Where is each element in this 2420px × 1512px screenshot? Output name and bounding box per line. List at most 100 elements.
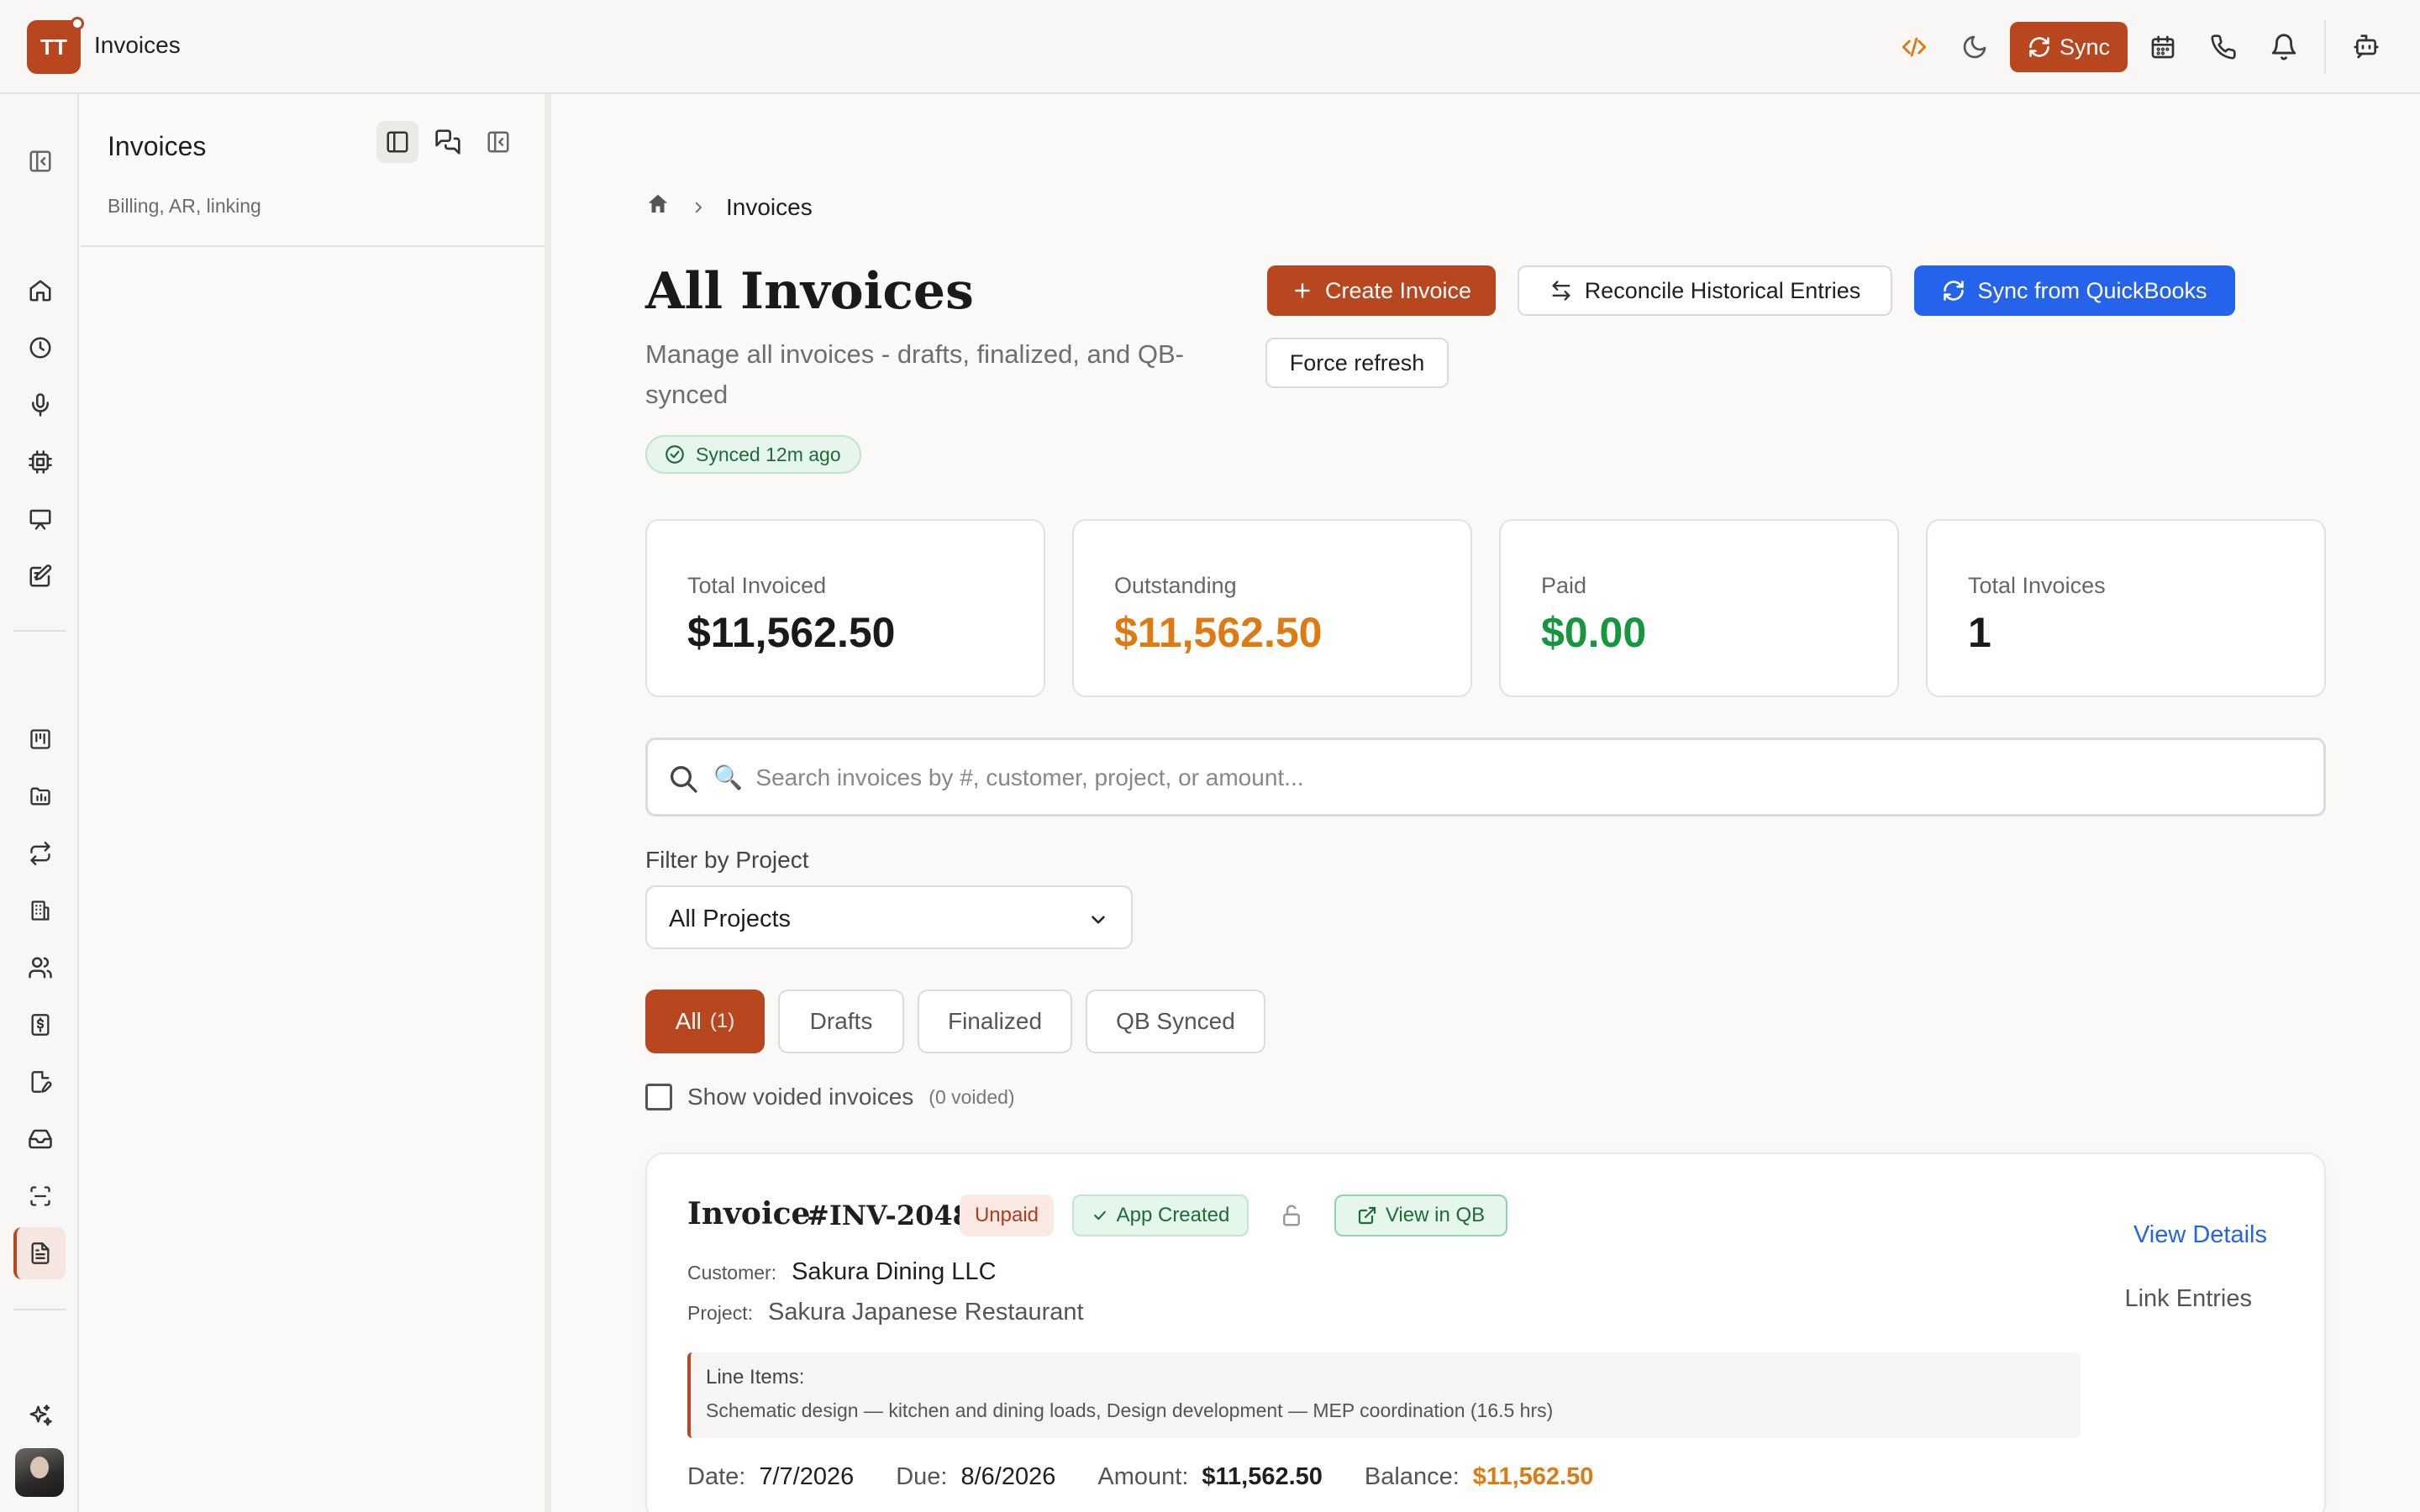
chip-icon[interactable] — [20, 442, 60, 482]
project-filter-select[interactable]: All Projects — [645, 885, 1133, 949]
show-voided-checkbox[interactable] — [645, 1084, 672, 1110]
sync-status-badge: Synced 12m ago — [645, 435, 861, 474]
customer-value: Sakura Dining LLC — [792, 1258, 997, 1285]
sidebar-toggle-icon[interactable] — [20, 141, 60, 181]
stat-value: $0.00 — [1541, 609, 1647, 656]
panel-subtitle: Billing, AR, linking — [108, 195, 261, 217]
main-content: Invoices All Invoices Manage all invoice… — [558, 94, 2420, 1512]
file-edit-icon[interactable] — [20, 1062, 60, 1102]
chevron-right-icon — [691, 194, 706, 221]
dollar-doc-icon[interactable] — [20, 1005, 60, 1045]
refresh-icon — [1944, 281, 1965, 301]
view-details-link[interactable]: View Details — [2133, 1221, 2267, 1249]
date-label: Date: — [687, 1463, 746, 1490]
create-invoice-label: Create Invoice — [1324, 277, 1472, 303]
phone-icon[interactable] — [2203, 27, 2244, 67]
home-icon[interactable] — [645, 192, 671, 223]
inbox-icon[interactable] — [20, 1119, 60, 1159]
sync-quickbooks-button[interactable]: Sync from QuickBooks — [1914, 265, 2235, 316]
view-in-qb-label: View in QB — [1385, 1204, 1486, 1226]
search-input[interactable] — [713, 757, 2293, 799]
folder-chart-icon[interactable] — [20, 776, 60, 816]
presentation-icon[interactable] — [20, 499, 60, 539]
users-icon[interactable] — [20, 948, 60, 988]
stat-label: Total Invoiced — [687, 573, 827, 598]
view-in-qb-button[interactable]: View in QB — [1334, 1194, 1507, 1236]
tab-finalized[interactable]: Finalized — [918, 990, 1072, 1053]
stat-label: Paid — [1541, 573, 1587, 598]
chat-icon[interactable] — [427, 121, 469, 163]
line-items-box: Line Items: Schematic design — kitchen a… — [687, 1352, 2081, 1438]
bell-icon[interactable] — [2264, 27, 2304, 67]
kanban-icon[interactable] — [20, 719, 60, 759]
stat-card-total-invoices: Total Invoices 1 — [1926, 519, 2326, 697]
status-text: Unpaid — [974, 1204, 1039, 1226]
collapse-panel-icon[interactable] — [477, 121, 519, 163]
building-icon[interactable] — [20, 890, 60, 931]
logo-text: TT — [40, 34, 67, 60]
invoice-title: Invoice — [687, 1196, 811, 1231]
chevron-down-icon — [1092, 916, 1105, 924]
scan-icon[interactable] — [20, 1176, 60, 1216]
invoice-card[interactable]: Invoice #INV-2048 Unpaid App Created Vie… — [645, 1152, 2326, 1512]
reconcile-label: Reconcile Historical Entries — [1584, 277, 1861, 303]
sync-button[interactable]: Sync — [2010, 22, 2128, 72]
calendar-icon[interactable] — [2143, 27, 2183, 67]
section-panel: Invoices Billing, AR, linking — [81, 94, 551, 1512]
edit-note-icon[interactable] — [20, 556, 60, 596]
tab-qb-synced[interactable]: QB Synced — [1086, 990, 1265, 1053]
stat-card-total-invoiced: Total Invoiced $11,562.50 — [645, 519, 1045, 697]
home-icon[interactable] — [20, 270, 60, 311]
tab-all[interactable]: All (1) — [645, 990, 765, 1053]
top-divider — [2324, 20, 2326, 74]
notification-dot — [71, 17, 84, 30]
check-circle-icon — [666, 445, 684, 464]
panel-layout-icon[interactable] — [376, 121, 418, 163]
page-title: All Invoices — [645, 262, 974, 321]
unlock-icon — [1279, 1203, 1304, 1232]
sparkles-icon[interactable] — [20, 1396, 60, 1436]
breadcrumb-current: Invoices — [726, 193, 813, 220]
customer-label: Customer: — [687, 1262, 777, 1284]
mic-icon[interactable] — [20, 385, 60, 425]
due-label: Due: — [896, 1463, 948, 1490]
invoice-doc-icon[interactable] — [20, 1233, 60, 1273]
force-refresh-button[interactable]: Force refresh — [1265, 338, 1449, 388]
app-logo[interactable]: TT — [27, 17, 84, 74]
filter-label: Filter by Project — [645, 847, 809, 873]
stat-value: $11,562.50 — [687, 609, 896, 656]
bot-icon[interactable] — [2346, 27, 2386, 67]
rail-divider — [13, 630, 66, 632]
link-entries-link[interactable]: Link Entries — [2124, 1285, 2252, 1313]
source-badge: App Created — [1072, 1194, 1249, 1236]
sync-label: Sync — [2059, 34, 2111, 60]
tab-label: All — [675, 1008, 702, 1034]
user-avatar[interactable] — [15, 1448, 64, 1497]
source-text: App Created — [1116, 1204, 1230, 1226]
moon-icon[interactable] — [1954, 27, 1995, 67]
icon-rail — [0, 94, 79, 1512]
tab-drafts[interactable]: Drafts — [778, 990, 904, 1053]
invoice-summary-row: Date: 7/7/2026 Due: 8/6/2026 Amount: $11… — [687, 1463, 1635, 1491]
refresh-icon — [2029, 37, 2049, 57]
project-filter-value: All Projects — [669, 906, 792, 932]
stat-card-outstanding: Outstanding $11,562.50 — [1072, 519, 1472, 697]
search-icon — [671, 766, 697, 793]
tab-count: (1) — [709, 1010, 735, 1032]
project-label: Project: — [687, 1302, 753, 1324]
search-box — [645, 738, 2326, 816]
clock-icon[interactable] — [20, 328, 60, 368]
repeat-icon[interactable] — [20, 833, 60, 874]
stat-value: 1 — [1968, 609, 1991, 656]
code-icon[interactable] — [1894, 27, 1934, 67]
stat-label: Total Invoices — [1968, 573, 2106, 598]
force-refresh-label: Force refresh — [1289, 349, 1425, 375]
tab-label: Drafts — [809, 1008, 873, 1034]
amount-label: Amount: — [1097, 1463, 1189, 1490]
external-link-icon — [1358, 1206, 1376, 1225]
customer-row: Customer: Sakura Dining LLC — [687, 1258, 997, 1286]
due-value: 8/6/2026 — [960, 1463, 1056, 1490]
create-invoice-button[interactable]: Create Invoice — [1267, 265, 1496, 316]
reconcile-button[interactable]: Reconcile Historical Entries — [1518, 265, 1892, 316]
stat-label: Outstanding — [1114, 573, 1237, 598]
